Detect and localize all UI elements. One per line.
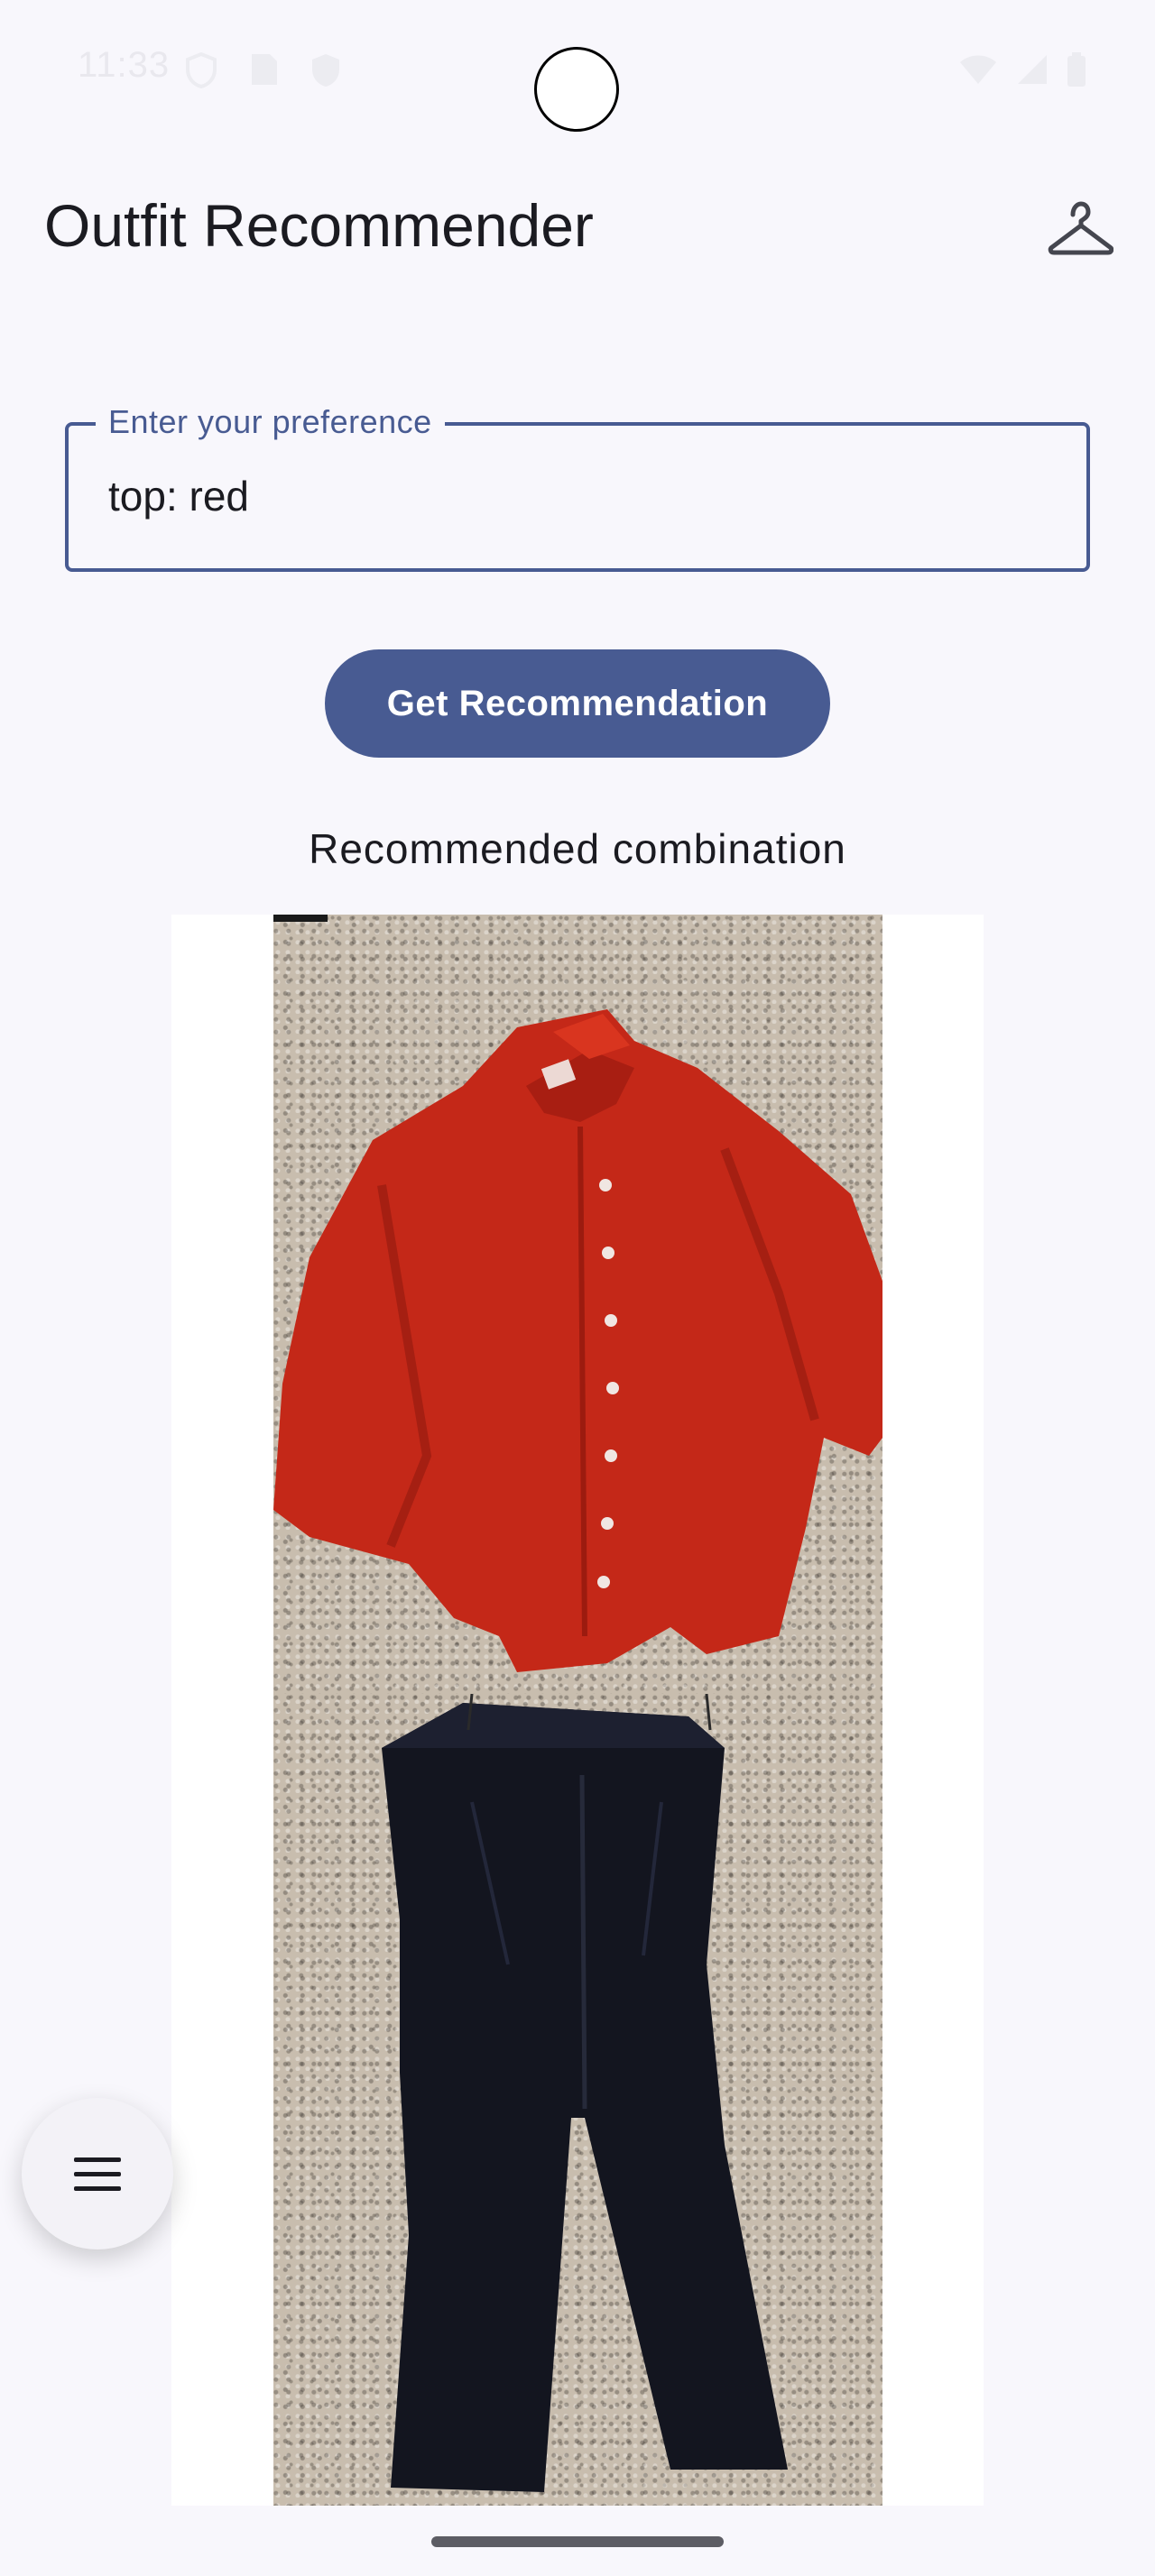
status-system-icons — [958, 52, 1086, 87]
get-recommendation-button[interactable]: Get Recommendation — [325, 649, 830, 758]
recommended-bottom-image — [273, 1694, 882, 2506]
red-shirt-illustration — [273, 915, 882, 1672]
shield-icon — [186, 52, 217, 88]
camera-cutout — [534, 47, 619, 132]
cellular-signal-icon — [1018, 55, 1047, 84]
menu-icon — [74, 2157, 121, 2191]
wifi-icon — [960, 55, 996, 84]
recommended-combination-heading: Recommended combination — [309, 825, 846, 872]
shield-check-icon — [312, 54, 339, 87]
preference-input[interactable] — [108, 467, 1056, 525]
recommended-top-image — [273, 915, 882, 1694]
app-title: Outfit Recommender — [44, 192, 594, 259]
battery-icon — [1067, 52, 1086, 87]
recommendation-image-panel — [171, 915, 984, 2506]
wardrobe-button[interactable] — [1047, 198, 1114, 258]
hanger-icon — [1048, 201, 1114, 255]
sim-icon — [252, 54, 277, 85]
black-pants-illustration — [382, 1694, 788, 2492]
status-time: 11:33 — [78, 45, 171, 85]
status-notification-icons — [185, 52, 342, 88]
preference-field-label: Enter your preference — [96, 400, 445, 444]
app-screen: 11:33 Outfit Recommender Enter your pref… — [0, 0, 1155, 2576]
menu-fab[interactable] — [22, 2098, 173, 2249]
gesture-nav-handle[interactable] — [431, 2536, 724, 2547]
status-bar: 11:33 — [0, 0, 1155, 135]
